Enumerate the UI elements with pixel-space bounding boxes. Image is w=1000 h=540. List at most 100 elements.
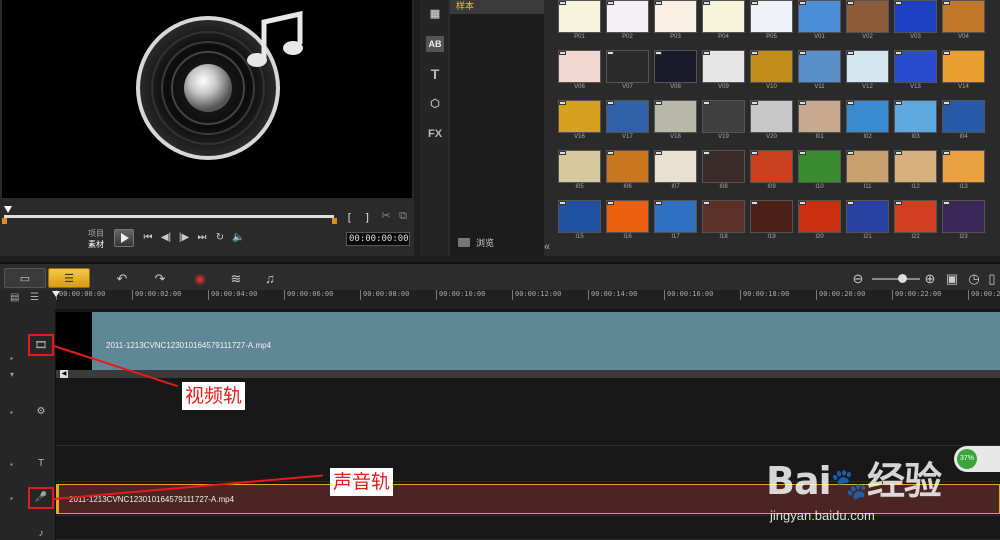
timeline-ruler[interactable]: ▤ ☰ 00:00:00:00 00:00:02:00 00:00:04:00 00:… xyxy=(0,290,1000,310)
step-forward-icon[interactable]: |▶ xyxy=(178,232,190,244)
volume-icon[interactable]: 🔈 xyxy=(232,232,244,244)
timecode-display[interactable]: 00:00:00:00 xyxy=(346,232,410,246)
zoom-slider[interactable] xyxy=(872,274,920,283)
zoom-slider-knob[interactable] xyxy=(898,274,907,283)
library-thumbnail[interactable]: V08 xyxy=(654,50,697,98)
scrubber-playhead[interactable] xyxy=(4,206,12,213)
library-thumbnail[interactable]: I03 xyxy=(894,100,937,148)
zoom-in-icon[interactable]: ⊕ xyxy=(922,271,938,287)
library-thumbnail[interactable]: I12 xyxy=(894,150,937,198)
library-thumbnail[interactable]: I06 xyxy=(606,150,649,198)
library-thumbnail[interactable]: P02 xyxy=(606,0,649,48)
library-thumbnail[interactable]: P04 xyxy=(702,0,745,48)
collapse-library-button[interactable]: « xyxy=(544,240,556,254)
fit-project-icon[interactable]: ▣ xyxy=(944,271,960,287)
timeline-playhead[interactable] xyxy=(52,291,60,297)
library-thumbnail[interactable]: I17 xyxy=(654,200,697,248)
library-thumbnail[interactable]: V17 xyxy=(606,100,649,148)
library-thumbnail[interactable]: V14 xyxy=(942,50,985,98)
scroll-left-icon[interactable]: ◀ xyxy=(60,370,68,378)
library-thumbnail[interactable]: I11 xyxy=(846,150,889,198)
library-thumbnail[interactable]: V06 xyxy=(558,50,601,98)
library-thumbnail[interactable]: V12 xyxy=(846,50,889,98)
library-thumbnail[interactable]: I13 xyxy=(942,150,985,198)
instant-project-icon[interactable]: AB xyxy=(426,36,444,52)
library-thumbnail[interactable]: P01 xyxy=(558,0,601,48)
library-thumbnail[interactable]: I05 xyxy=(558,150,601,198)
library-thumbnail[interactable]: I15 xyxy=(558,200,601,248)
library-thumbnail[interactable]: I19 xyxy=(750,200,793,248)
mark-out-handle[interactable] xyxy=(332,218,337,224)
duration-icon[interactable]: ◷ xyxy=(966,271,982,287)
mark-in-handle[interactable] xyxy=(2,218,7,224)
track-manager-icon[interactable]: ☰ xyxy=(30,292,39,303)
resize-icon[interactable]: ⧉ xyxy=(397,210,409,222)
library-thumbnail[interactable]: V04 xyxy=(942,0,985,48)
library-thumbnail[interactable]: V02 xyxy=(846,0,889,48)
library-thumbnail[interactable]: V07 xyxy=(606,50,649,98)
library-thumbnail[interactable]: V19 xyxy=(702,100,745,148)
library-thumbnail[interactable]: V16 xyxy=(558,100,601,148)
library-thumbnail[interactable]: I23 xyxy=(942,200,985,248)
clip-scrollbar[interactable]: ◀ xyxy=(56,370,1000,378)
home-icon[interactable]: ⏮ xyxy=(142,232,154,244)
scrubber-track[interactable] xyxy=(4,215,334,218)
sound-mixer-icon[interactable]: ≋ xyxy=(228,271,244,287)
mode-switch[interactable]: 项目 素材 xyxy=(88,228,104,250)
browse-button[interactable]: 浏览 xyxy=(454,236,538,250)
library-thumbnail[interactable]: V03 xyxy=(894,0,937,48)
library-thumbnail[interactable]: I10 xyxy=(798,150,841,198)
timeline-view-button[interactable]: ☰ xyxy=(48,268,90,288)
zoom-out-icon[interactable]: ⊖ xyxy=(850,271,866,287)
library-thumbnail[interactable]: I04 xyxy=(942,100,985,148)
library-thumbnail[interactable]: V18 xyxy=(654,100,697,148)
library-thumbnail[interactable]: V13 xyxy=(894,50,937,98)
mark-out-button[interactable]: ] xyxy=(364,211,371,224)
library-thumbnail[interactable]: V11 xyxy=(798,50,841,98)
library-thumbnail[interactable]: I21 xyxy=(846,200,889,248)
show-all-tracks-icon[interactable]: ▤ xyxy=(10,292,19,303)
library-thumbnail[interactable]: I09 xyxy=(750,150,793,198)
mode-clip-label[interactable]: 素材 xyxy=(88,239,104,250)
mark-in-button[interactable]: [ xyxy=(346,211,353,224)
library-thumbnail[interactable]: P05 xyxy=(750,0,793,48)
folder-sample[interactable]: 样本 xyxy=(450,0,544,14)
end-icon[interactable]: ⏭ xyxy=(196,232,208,244)
library-thumbnail[interactable]: V20 xyxy=(750,100,793,148)
title-track-lock-icon[interactable]: ▪ xyxy=(10,460,20,470)
track-lock-icon[interactable]: ▪ xyxy=(10,408,20,418)
ripple-edit-icon[interactable]: ▪ xyxy=(10,354,20,364)
library-thumbnail[interactable]: P03 xyxy=(654,0,697,48)
redo-icon[interactable]: ↷ xyxy=(152,271,168,287)
transition-icon[interactable]: ⬡ xyxy=(426,96,444,112)
step-back-icon[interactable]: ◀| xyxy=(160,232,172,244)
library-thumbnail[interactable]: I18 xyxy=(702,200,745,248)
undo-icon[interactable]: ↶ xyxy=(114,271,130,287)
library-thumbnail[interactable]: I08 xyxy=(702,150,745,198)
library-thumbnail[interactable]: I16 xyxy=(606,200,649,248)
record-capture-icon[interactable]: ◉ xyxy=(192,271,208,287)
scissors-icon[interactable]: ✂ xyxy=(380,210,392,222)
overlay-track-icon[interactable]: ⚙ xyxy=(31,404,51,420)
preview-scrubber[interactable] xyxy=(2,206,338,224)
mode-project-label[interactable]: 项目 xyxy=(88,228,104,239)
library-thumbnail[interactable]: V10 xyxy=(750,50,793,98)
library-thumbnail[interactable]: V09 xyxy=(702,50,745,98)
library-thumbnail[interactable]: V01 xyxy=(798,0,841,48)
play-button[interactable] xyxy=(114,229,134,247)
expand-track-icon[interactable]: ▾ xyxy=(10,370,20,380)
library-thumbnail[interactable]: I20 xyxy=(798,200,841,248)
duration-field[interactable]: ▯ xyxy=(984,271,1000,287)
media-icon[interactable]: ▦ xyxy=(426,6,444,22)
library-thumbnail[interactable]: I22 xyxy=(894,200,937,248)
voice-track-lock-icon[interactable]: ▪ xyxy=(10,494,20,504)
library-thumbnail[interactable]: I02 xyxy=(846,100,889,148)
library-thumbnail[interactable]: I07 xyxy=(654,150,697,198)
filter-icon[interactable]: FX xyxy=(426,126,444,142)
video-clip[interactable]: 2011-1213CVNC123010164579111727-A.mp4 xyxy=(56,312,1000,370)
music-track-icon[interactable]: ♪ xyxy=(31,526,51,540)
repeat-icon[interactable]: ↻ xyxy=(214,232,226,244)
title-track-icon[interactable]: T xyxy=(31,456,51,472)
title-icon[interactable]: T xyxy=(426,66,444,82)
auto-music-icon[interactable]: ♫ xyxy=(262,271,278,287)
